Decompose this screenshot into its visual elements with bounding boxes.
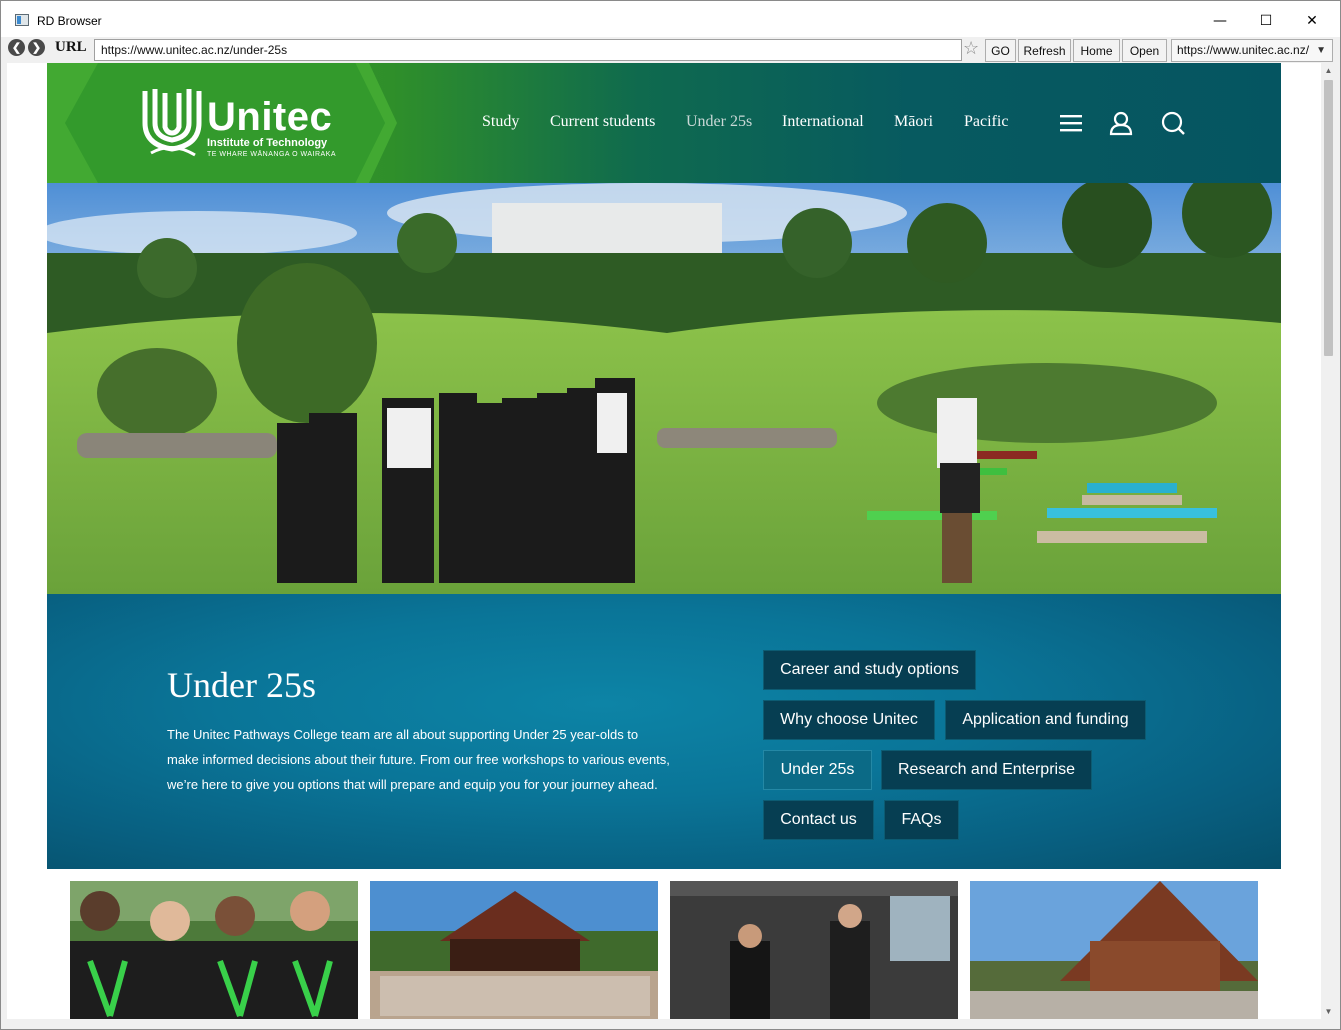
unitec-logo-icon — [142, 89, 202, 157]
logo-subtitle: Institute of Technology — [207, 137, 328, 149]
unitec-logo[interactable]: Unitec Institute of Technology TE WHARE … — [141, 83, 341, 163]
application-and-funding-button[interactable]: Application and funding — [945, 700, 1146, 740]
browser-window: RD Browser — ☐ ✕ ❮ ❯ URL https://www.uni… — [0, 0, 1341, 1030]
contact-us-button[interactable]: Contact us — [763, 800, 874, 840]
open-button[interactable]: Open — [1122, 39, 1167, 62]
nav-maori[interactable]: Māori — [894, 113, 933, 131]
nav-international[interactable]: International — [782, 113, 864, 131]
nav-pacific[interactable]: Pacific — [964, 113, 1008, 131]
feature-card-image[interactable] — [370, 881, 658, 1019]
career-and-study-options-button[interactable]: Career and study options — [763, 650, 976, 690]
feature-card-image[interactable] — [70, 881, 358, 1019]
history-dropdown[interactable]: https://www.unitec.ac.nz/ ▼ — [1171, 39, 1333, 62]
search-icon[interactable] — [1160, 110, 1186, 136]
nav-current-students[interactable]: Current students — [550, 113, 655, 131]
logo-wordmark: Unitec — [207, 95, 333, 139]
close-button[interactable]: ✕ — [1289, 7, 1335, 35]
logo-maori-subtitle: TE WHARE WĀNANGA O WAIRAKA — [207, 151, 337, 158]
refresh-button[interactable]: Refresh — [1018, 39, 1071, 62]
title-bar: RD Browser — ☐ ✕ — [1, 1, 1340, 37]
url-input[interactable]: https://www.unitec.ac.nz/under-25s — [94, 39, 962, 61]
maximize-button[interactable]: ☐ — [1243, 7, 1289, 35]
browser-toolbar: ❮ ❯ URL https://www.unitec.ac.nz/under-2… — [1, 37, 1340, 63]
nav-under-25s[interactable]: Under 25s — [686, 113, 752, 131]
hero-image — [47, 183, 1281, 594]
research-and-enterprise-button[interactable]: Research and Enterprise — [881, 750, 1092, 790]
under-25s-promo: Under 25s The Unitec Pathways College te… — [47, 594, 1281, 869]
window-title: RD Browser — [37, 14, 102, 28]
faqs-button[interactable]: FAQs — [884, 800, 959, 840]
url-label: URL — [55, 39, 87, 55]
scroll-down-arrow-icon[interactable]: ▼ — [1321, 1004, 1336, 1019]
promo-title: Under 25s — [167, 665, 316, 705]
app-icon — [15, 14, 29, 26]
chevron-down-icon: ▼ — [1316, 45, 1326, 56]
history-dropdown-value: https://www.unitec.ac.nz/ — [1177, 43, 1310, 57]
feature-cards — [7, 881, 1321, 1019]
minimize-button[interactable]: — — [1197, 7, 1243, 35]
scroll-up-arrow-icon[interactable]: ▲ — [1321, 63, 1336, 78]
promo-description: The Unitec Pathways College team are all… — [167, 727, 670, 792]
go-button[interactable]: GO — [985, 39, 1016, 62]
back-button[interactable]: ❮ — [8, 39, 25, 56]
site-header: Unitec Institute of Technology TE WHARE … — [47, 63, 1281, 183]
menu-icon[interactable] — [1058, 110, 1084, 136]
under-25s-button[interactable]: Under 25s — [763, 750, 872, 790]
feature-card-image[interactable] — [970, 881, 1258, 1019]
nav-study[interactable]: Study — [482, 113, 519, 131]
scrollbar-thumb[interactable] — [1324, 80, 1333, 356]
vertical-scrollbar[interactable]: ▲ ▼ — [1321, 63, 1336, 1019]
why-choose-unitec-button[interactable]: Why choose Unitec — [763, 700, 935, 740]
page-viewport: Unitec Institute of Technology TE WHARE … — [7, 63, 1321, 1019]
feature-card-image[interactable] — [670, 881, 958, 1019]
forward-button[interactable]: ❯ — [28, 39, 45, 56]
account-icon[interactable] — [1108, 110, 1134, 136]
home-button[interactable]: Home — [1073, 39, 1120, 62]
bookmark-star-icon[interactable]: ☆ — [963, 38, 979, 59]
